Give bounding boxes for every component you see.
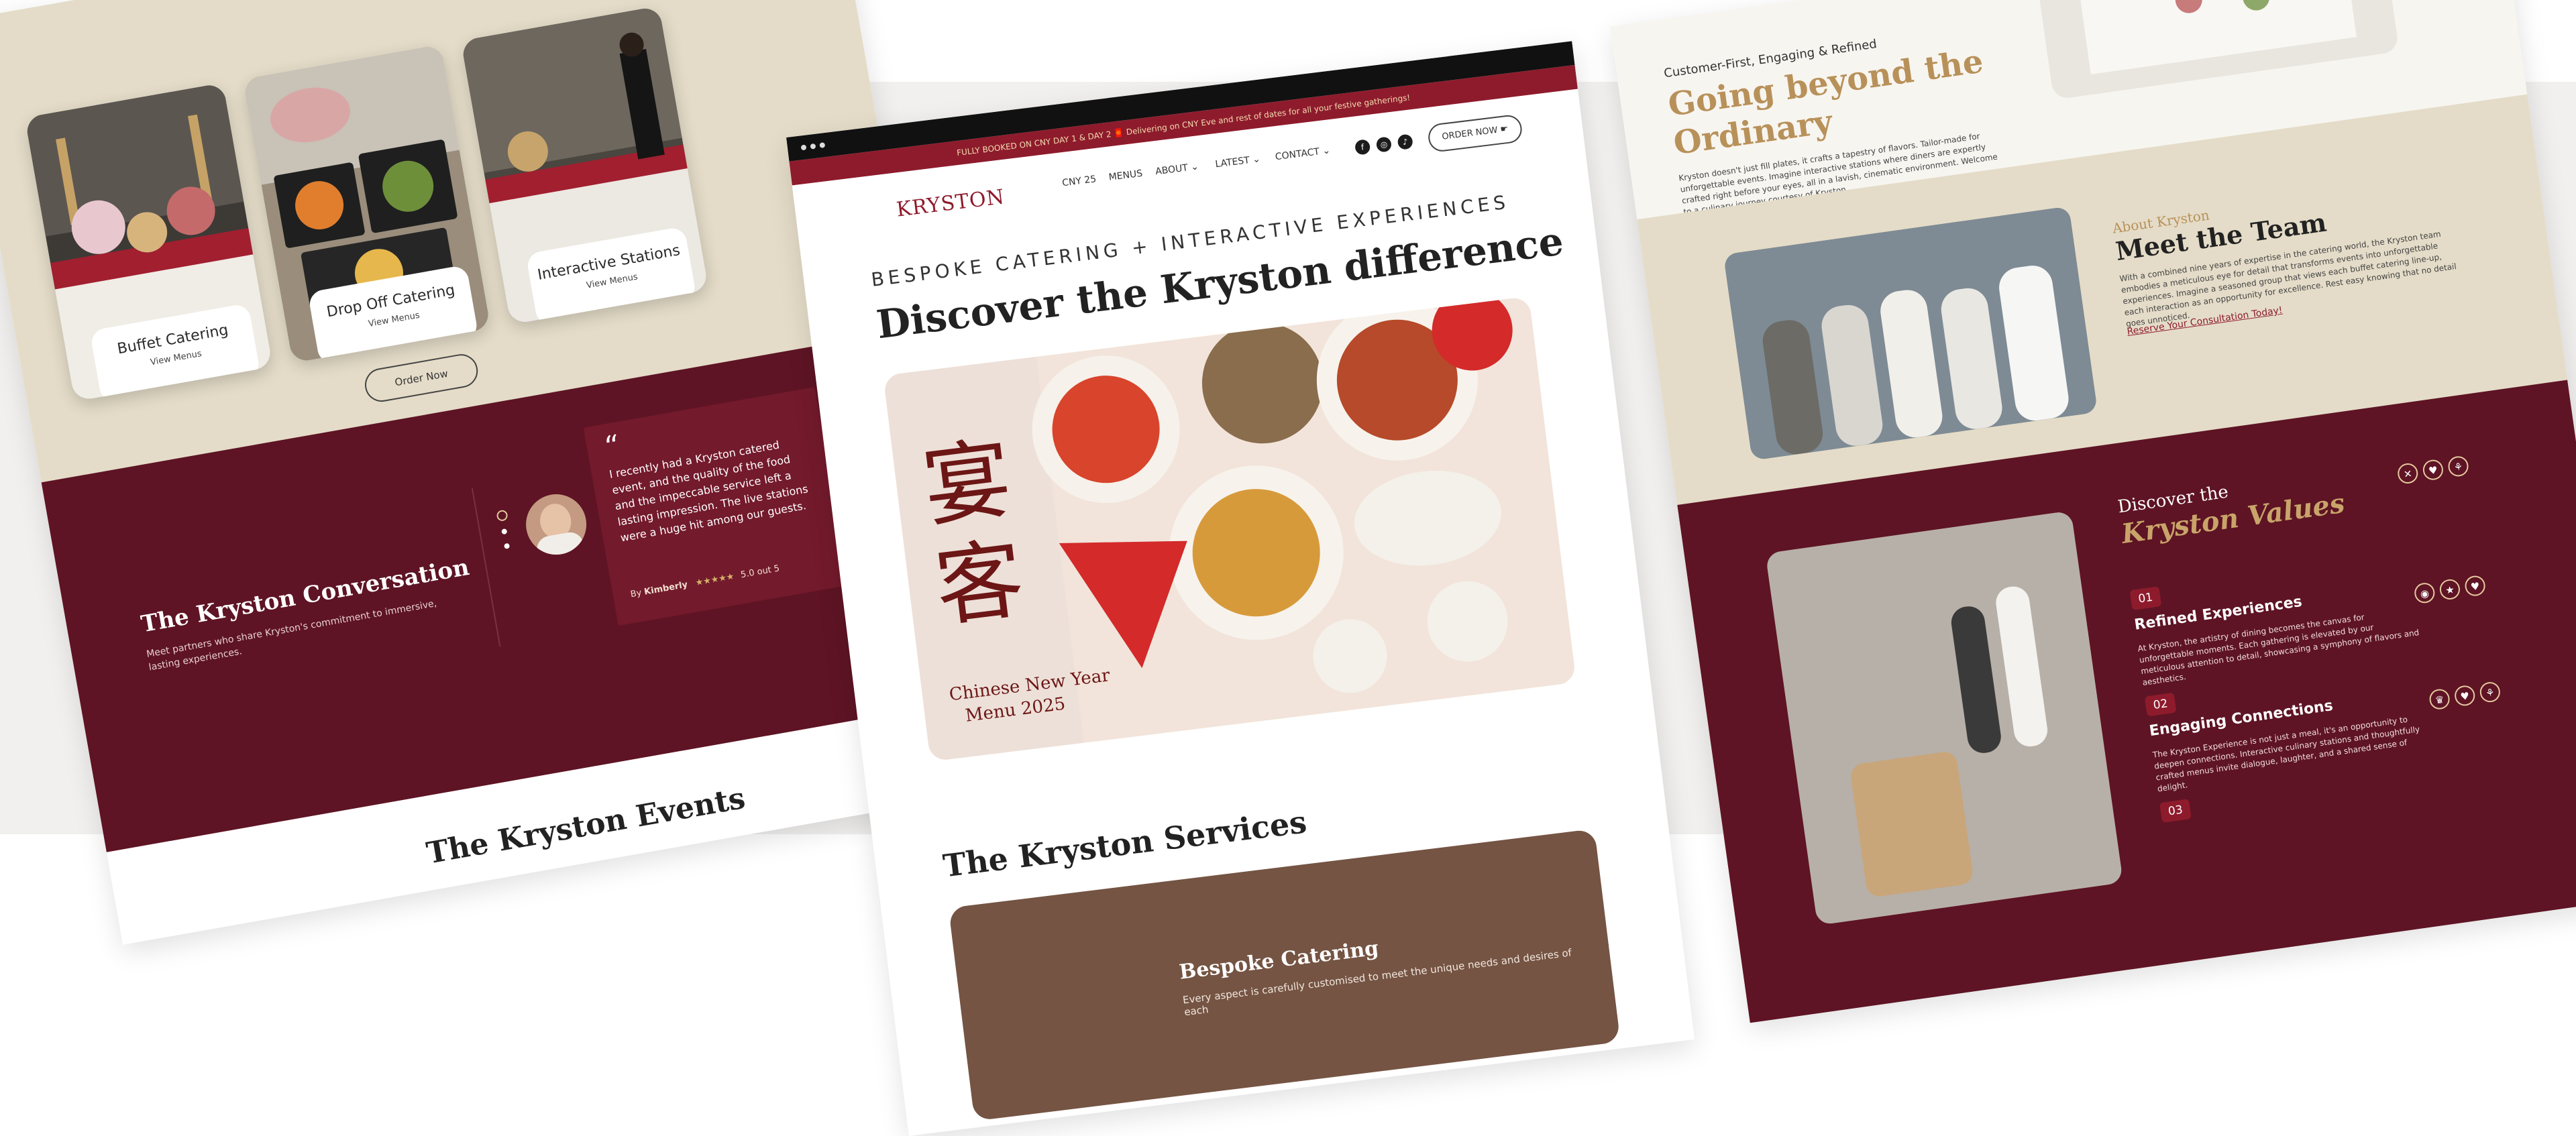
heart-icon: ♥ (2453, 684, 2477, 707)
event-guests-image (1765, 510, 2124, 925)
carousel-dot[interactable] (501, 528, 508, 535)
eye-icon: ◉ (2413, 581, 2436, 605)
chevron-down-icon: ⌄ (1190, 161, 1199, 173)
nav-about[interactable]: ABOUT ⌄ (1155, 161, 1199, 177)
nav-cny25[interactable]: CNY 25 (1061, 174, 1097, 188)
center-page-mockup: FULLY BOOKED ON CNY DAY 1 & DAY 2 🧧 Deli… (786, 41, 1695, 1136)
window-dot (819, 142, 826, 148)
by-label: By (629, 587, 643, 600)
window-dot (800, 144, 807, 151)
quote-icon: “ (602, 429, 623, 465)
service-icon: ✕ (2396, 462, 2420, 485)
nav-about-label: ABOUT (1155, 162, 1189, 178)
author-name: Kimberly (643, 579, 689, 598)
heart-icon: ♥ (2463, 574, 2487, 598)
dining-table-image (2031, 0, 2400, 100)
nav-latest[interactable]: LATEST ⌄ (1215, 154, 1261, 170)
rating-stars: ★★★★★ (694, 571, 735, 589)
instagram-icon[interactable]: ◎ (1375, 136, 1393, 153)
service-card-buffet[interactable]: Buffet Catering View Menus (24, 82, 273, 402)
order-now-button[interactable]: ORDER NOW ☛ (1426, 113, 1523, 154)
chevron-down-icon: ⌄ (1322, 145, 1331, 157)
flower-icon: ⚘ (2447, 455, 2470, 478)
order-now-label: ORDER NOW (1441, 125, 1499, 142)
crown-icon: ♛ (2428, 687, 2451, 711)
nav-contact[interactable]: CONTACT ⌄ (1275, 145, 1331, 162)
right-page-mockup: Customer-First, Engaging & Refined Going… (1610, 0, 2576, 1023)
event-image[interactable] (480, 853, 702, 945)
tiktok-icon[interactable]: ♪ (1397, 133, 1413, 150)
nav-latest-label: LATEST (1214, 155, 1250, 170)
chevron-down-icon: ⌄ (1252, 154, 1261, 166)
star-icon: ★ (2438, 577, 2461, 601)
value-number: 01 (2129, 586, 2162, 611)
carousel-dot[interactable] (496, 509, 508, 522)
window-dot (810, 143, 816, 150)
nav-contact-label: CONTACT (1275, 146, 1320, 163)
hero-banner[interactable]: 宴客 Chinese New Year Menu 2025 (883, 296, 1576, 762)
value-number: 02 (2144, 692, 2177, 717)
testimonial-quote: I recently had a Kryston catered event, … (608, 438, 809, 545)
heart-icon: ♥ (2421, 458, 2445, 481)
nav-menus[interactable]: MENUS (1108, 168, 1143, 183)
service-card-dropoff[interactable]: Drop Off Catering View Menus (242, 44, 491, 363)
flower-icon: ⚘ (2478, 681, 2502, 704)
facebook-icon[interactable]: f (1354, 139, 1371, 156)
testimonial-card: “ I recently had a Kryston catered event… (583, 387, 850, 626)
reviewer-avatar (521, 489, 592, 560)
divider (471, 488, 501, 647)
hand-icon: ☛ (1499, 123, 1509, 135)
order-now-button[interactable]: Order Now (362, 351, 481, 404)
service-card-interactive[interactable]: Interactive Stations View Menus (460, 5, 709, 325)
site-logo[interactable]: KRYSTON (895, 185, 1006, 222)
testimonial-author-row: By Kimberly ★★★★★ 5.0 out 5 (630, 563, 781, 600)
carousel-dot[interactable] (503, 543, 511, 549)
events-title: The Kryston Events (424, 781, 748, 871)
value-number: 03 (2159, 799, 2192, 823)
team-photo (1723, 206, 2098, 461)
service-card-bespoke[interactable]: Bespoke Catering Every aspect is careful… (948, 828, 1621, 1121)
rating-text: 5.0 out 5 (740, 563, 781, 581)
